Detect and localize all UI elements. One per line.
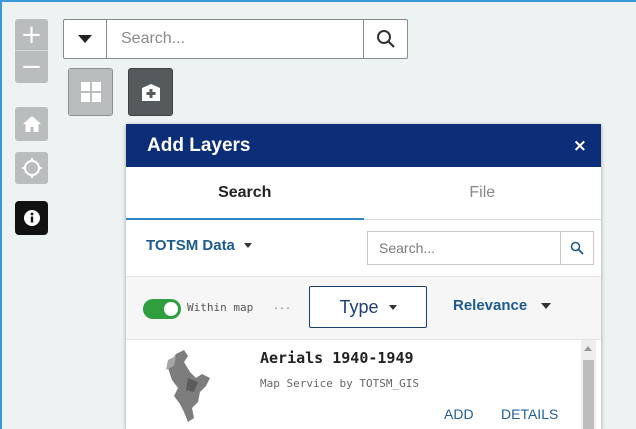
caret-down-icon bbox=[243, 243, 252, 248]
panel-header: Add Layers × bbox=[126, 124, 601, 167]
zoom-out-button[interactable]: − bbox=[15, 51, 48, 83]
layer-thumbnail bbox=[166, 350, 210, 422]
map-search-input[interactable] bbox=[107, 20, 363, 58]
within-map-label: Within map bbox=[187, 301, 254, 314]
layer-details-link[interactable]: DETAILS bbox=[501, 406, 558, 422]
map-navigation: + − bbox=[15, 19, 51, 235]
tab-file[interactable]: File bbox=[364, 167, 602, 219]
panel-search-box bbox=[367, 231, 594, 265]
source-filter-row: TOTSM Data bbox=[126, 220, 601, 277]
source-dropdown-label: TOTSM Data bbox=[146, 237, 235, 254]
caret-down-icon bbox=[78, 35, 92, 43]
scroll-up-icon[interactable] bbox=[584, 346, 592, 351]
info-button[interactable] bbox=[15, 201, 48, 235]
home-button[interactable] bbox=[15, 107, 48, 141]
results-scrollbar[interactable] bbox=[581, 340, 596, 429]
basemap-gallery-button[interactable] bbox=[68, 68, 113, 116]
scrollbar-thumb[interactable] bbox=[583, 360, 594, 429]
filter-options-row: Within map ... Type Relevance bbox=[126, 277, 601, 340]
search-source-dropdown[interactable] bbox=[64, 20, 107, 58]
within-map-toggle[interactable] bbox=[143, 299, 181, 319]
locate-button[interactable] bbox=[15, 152, 48, 184]
home-icon bbox=[22, 116, 41, 132]
add-layers-panel: Add Layers × Search File TOTSM Data With… bbox=[126, 124, 601, 429]
map-search-button[interactable] bbox=[363, 20, 407, 58]
within-map-more: ... bbox=[273, 301, 292, 312]
type-filter-label: Type bbox=[339, 296, 379, 317]
results-list: Aerials 1940-1949 Map Service by TOTSM_G… bbox=[126, 340, 601, 429]
zoom-in-button[interactable]: + bbox=[15, 19, 48, 51]
add-layer-link[interactable]: ADD bbox=[444, 406, 474, 422]
sort-dropdown-label: Relevance bbox=[453, 297, 528, 314]
sort-dropdown[interactable]: Relevance bbox=[453, 297, 552, 314]
map-search-bar bbox=[63, 19, 408, 59]
info-icon bbox=[23, 210, 40, 226]
panel-search-button[interactable] bbox=[560, 232, 593, 264]
result-subtitle: Map Service by TOTSM_GIS bbox=[260, 377, 419, 390]
search-icon bbox=[376, 30, 395, 48]
caret-down-icon bbox=[388, 304, 397, 310]
panel-title: Add Layers bbox=[147, 134, 251, 156]
close-icon[interactable]: × bbox=[573, 136, 587, 156]
panel-search-input[interactable] bbox=[368, 232, 560, 264]
result-title[interactable]: Aerials 1940-1949 bbox=[260, 349, 414, 367]
tab-search[interactable]: Search bbox=[126, 167, 364, 220]
locate-icon bbox=[21, 158, 42, 178]
source-dropdown[interactable]: TOTSM Data bbox=[146, 237, 252, 254]
add-data-icon bbox=[141, 84, 160, 101]
caret-down-icon bbox=[541, 302, 552, 309]
toggle-knob bbox=[164, 302, 178, 316]
search-icon bbox=[570, 241, 584, 255]
add-data-button[interactable] bbox=[128, 68, 173, 116]
panel-tabs: Search File bbox=[126, 167, 601, 220]
type-filter-button[interactable]: Type bbox=[309, 286, 427, 328]
grid-icon bbox=[80, 82, 101, 102]
